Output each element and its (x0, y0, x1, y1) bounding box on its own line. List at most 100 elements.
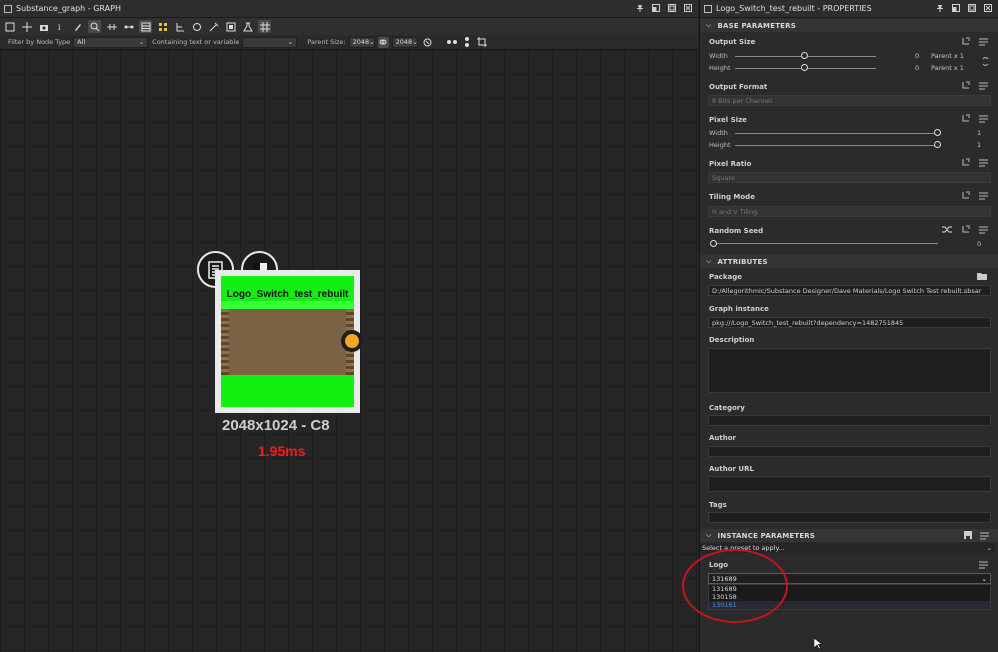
menu-icon[interactable] (978, 560, 988, 569)
random-seed-slider-knob[interactable] (710, 240, 717, 247)
random-seed-slider-track[interactable] (713, 243, 938, 244)
folder-icon[interactable] (977, 271, 987, 280)
crop-icon[interactable] (476, 36, 489, 49)
pin-icon[interactable] (936, 4, 944, 12)
table-view-icon[interactable] (139, 20, 152, 33)
pixel-width-slider-knob[interactable] (934, 129, 941, 136)
link-aspect-icon[interactable] (980, 57, 990, 66)
close-icon[interactable] (984, 4, 992, 12)
connect-icon[interactable] (105, 20, 118, 33)
tiling-mode-value: H and V Tiling (712, 207, 758, 216)
output-width-value: 0 (915, 52, 920, 60)
parent-size-select[interactable]: 2048 ⌄ (348, 36, 375, 48)
graph-toolbar: i (0, 18, 698, 35)
tiling-mode-select[interactable]: H and V Tiling (708, 206, 991, 217)
chevron-down-icon: ⌄ (369, 38, 375, 46)
grid-icon[interactable] (258, 20, 271, 33)
pixel-ratio-select[interactable]: Square (708, 172, 991, 183)
filter-node-type-select[interactable]: All ⌄ (73, 36, 149, 48)
logo-select[interactable]: 131689 ⌄ (708, 573, 991, 584)
menu-icon[interactable] (978, 158, 988, 167)
inherit-icon[interactable] (961, 191, 971, 200)
shuffle-icon[interactable] (942, 225, 952, 234)
flask-icon[interactable] (241, 20, 254, 33)
link-icon[interactable] (122, 20, 135, 33)
containing-text-select[interactable]: ⌄ (242, 36, 298, 48)
logo-option[interactable]: 130161 (709, 601, 990, 609)
dots-vertical-icon[interactable] (461, 36, 474, 49)
float-icon[interactable] (652, 4, 660, 12)
output-width-mode[interactable]: Parent x 1 (931, 52, 964, 60)
dots-horizontal-icon[interactable] (446, 36, 459, 49)
graph-instance-field[interactable]: pkg:///Logo_Switch_test_rebuilt?dependen… (708, 317, 991, 328)
camera-icon[interactable] (37, 20, 50, 33)
menu-icon[interactable] (979, 531, 989, 540)
menu-icon[interactable] (978, 37, 988, 46)
graph-title: Substance_graph - GRAPH (16, 4, 121, 13)
graph-instance-label: Graph instance (709, 305, 769, 313)
graph-node[interactable]: Logo_Switch_test_rebuilt (215, 270, 360, 413)
logo-option[interactable]: 131689 (709, 585, 990, 593)
menu-icon[interactable] (978, 114, 988, 123)
close-icon[interactable] (684, 4, 692, 12)
pixel-width-slider-track[interactable] (735, 133, 938, 134)
tools-icon[interactable] (207, 20, 220, 33)
output-height-mode[interactable]: Parent x 1 (931, 64, 964, 72)
output-dot (345, 334, 359, 348)
pixel-ratio-label: Pixel Ratio (709, 160, 752, 168)
tags-field[interactable] (708, 512, 991, 523)
inherit-icon[interactable] (961, 158, 971, 167)
random-seed-label: Random Seed (709, 227, 764, 235)
maximize-icon[interactable] (668, 4, 676, 12)
logo-option[interactable]: 130158 (709, 593, 990, 601)
float-icon[interactable] (952, 4, 960, 12)
author-url-field[interactable] (708, 476, 991, 492)
reset-size-icon[interactable] (421, 36, 434, 49)
link-size-icon[interactable] (377, 36, 389, 48)
filter-bar: Filter by Node Type All ⌄ Containing tex… (0, 35, 698, 50)
description-field[interactable] (708, 348, 991, 393)
containing-text-label: Containing text or variable (152, 38, 240, 46)
frame-all-icon[interactable] (3, 20, 16, 33)
base-parameters-header[interactable]: ⌵ BASE PARAMETERS (700, 19, 998, 32)
output-width-slider-knob[interactable] (801, 52, 808, 59)
category-field[interactable] (708, 415, 991, 426)
preset-select[interactable]: Select a preset to apply... ⌄ (700, 543, 995, 553)
package-field[interactable]: D:/Allegorithmic/Substance Designer/Dave… (708, 285, 991, 296)
pin-icon[interactable] (636, 4, 644, 12)
variable-icon[interactable]: i (54, 20, 67, 33)
pixel-height-slider-track[interactable] (735, 145, 938, 146)
align-icon[interactable] (156, 20, 169, 33)
output-format-select[interactable]: 8 Bits per Channel (708, 95, 991, 106)
pixel-height-slider-knob[interactable] (934, 141, 941, 148)
inherit-icon[interactable] (961, 81, 971, 90)
frame-icon[interactable] (224, 20, 237, 33)
inherit-icon[interactable] (961, 114, 971, 123)
preset-icon[interactable] (963, 531, 973, 540)
move-icon[interactable] (20, 20, 33, 33)
author-label: Author (709, 434, 736, 442)
menu-icon[interactable] (978, 225, 988, 234)
instance-parameters-header[interactable]: ⌵ INSTANCE PARAMETERS (700, 529, 998, 542)
brush-icon[interactable] (71, 20, 84, 33)
size-select[interactable]: 2048 ⌄ (391, 36, 418, 48)
attributes-header[interactable]: ⌵ ATTRIBUTES (700, 255, 998, 268)
inherit-icon[interactable] (961, 37, 971, 46)
random-seed-value: 0 (977, 240, 982, 248)
instance-parameters-title: INSTANCE PARAMETERS (717, 531, 816, 540)
pixel-width-label: Width (709, 129, 728, 137)
hierarchy-icon[interactable] (173, 20, 186, 33)
search-icon[interactable] (88, 20, 101, 33)
menu-icon[interactable] (978, 81, 988, 90)
chevron-down-icon: ⌵ (706, 257, 712, 265)
node-output-port[interactable] (341, 330, 363, 352)
inherit-icon[interactable] (961, 225, 971, 234)
graph-panel-icon (4, 4, 12, 13)
menu-icon[interactable] (978, 191, 988, 200)
output-height-slider-knob[interactable] (801, 64, 808, 71)
author-field[interactable] (708, 446, 991, 457)
category-label: Category (709, 404, 745, 412)
maximize-icon[interactable] (968, 4, 976, 12)
chevron-down-icon: ⌄ (981, 574, 987, 583)
refresh-icon[interactable] (190, 20, 203, 33)
